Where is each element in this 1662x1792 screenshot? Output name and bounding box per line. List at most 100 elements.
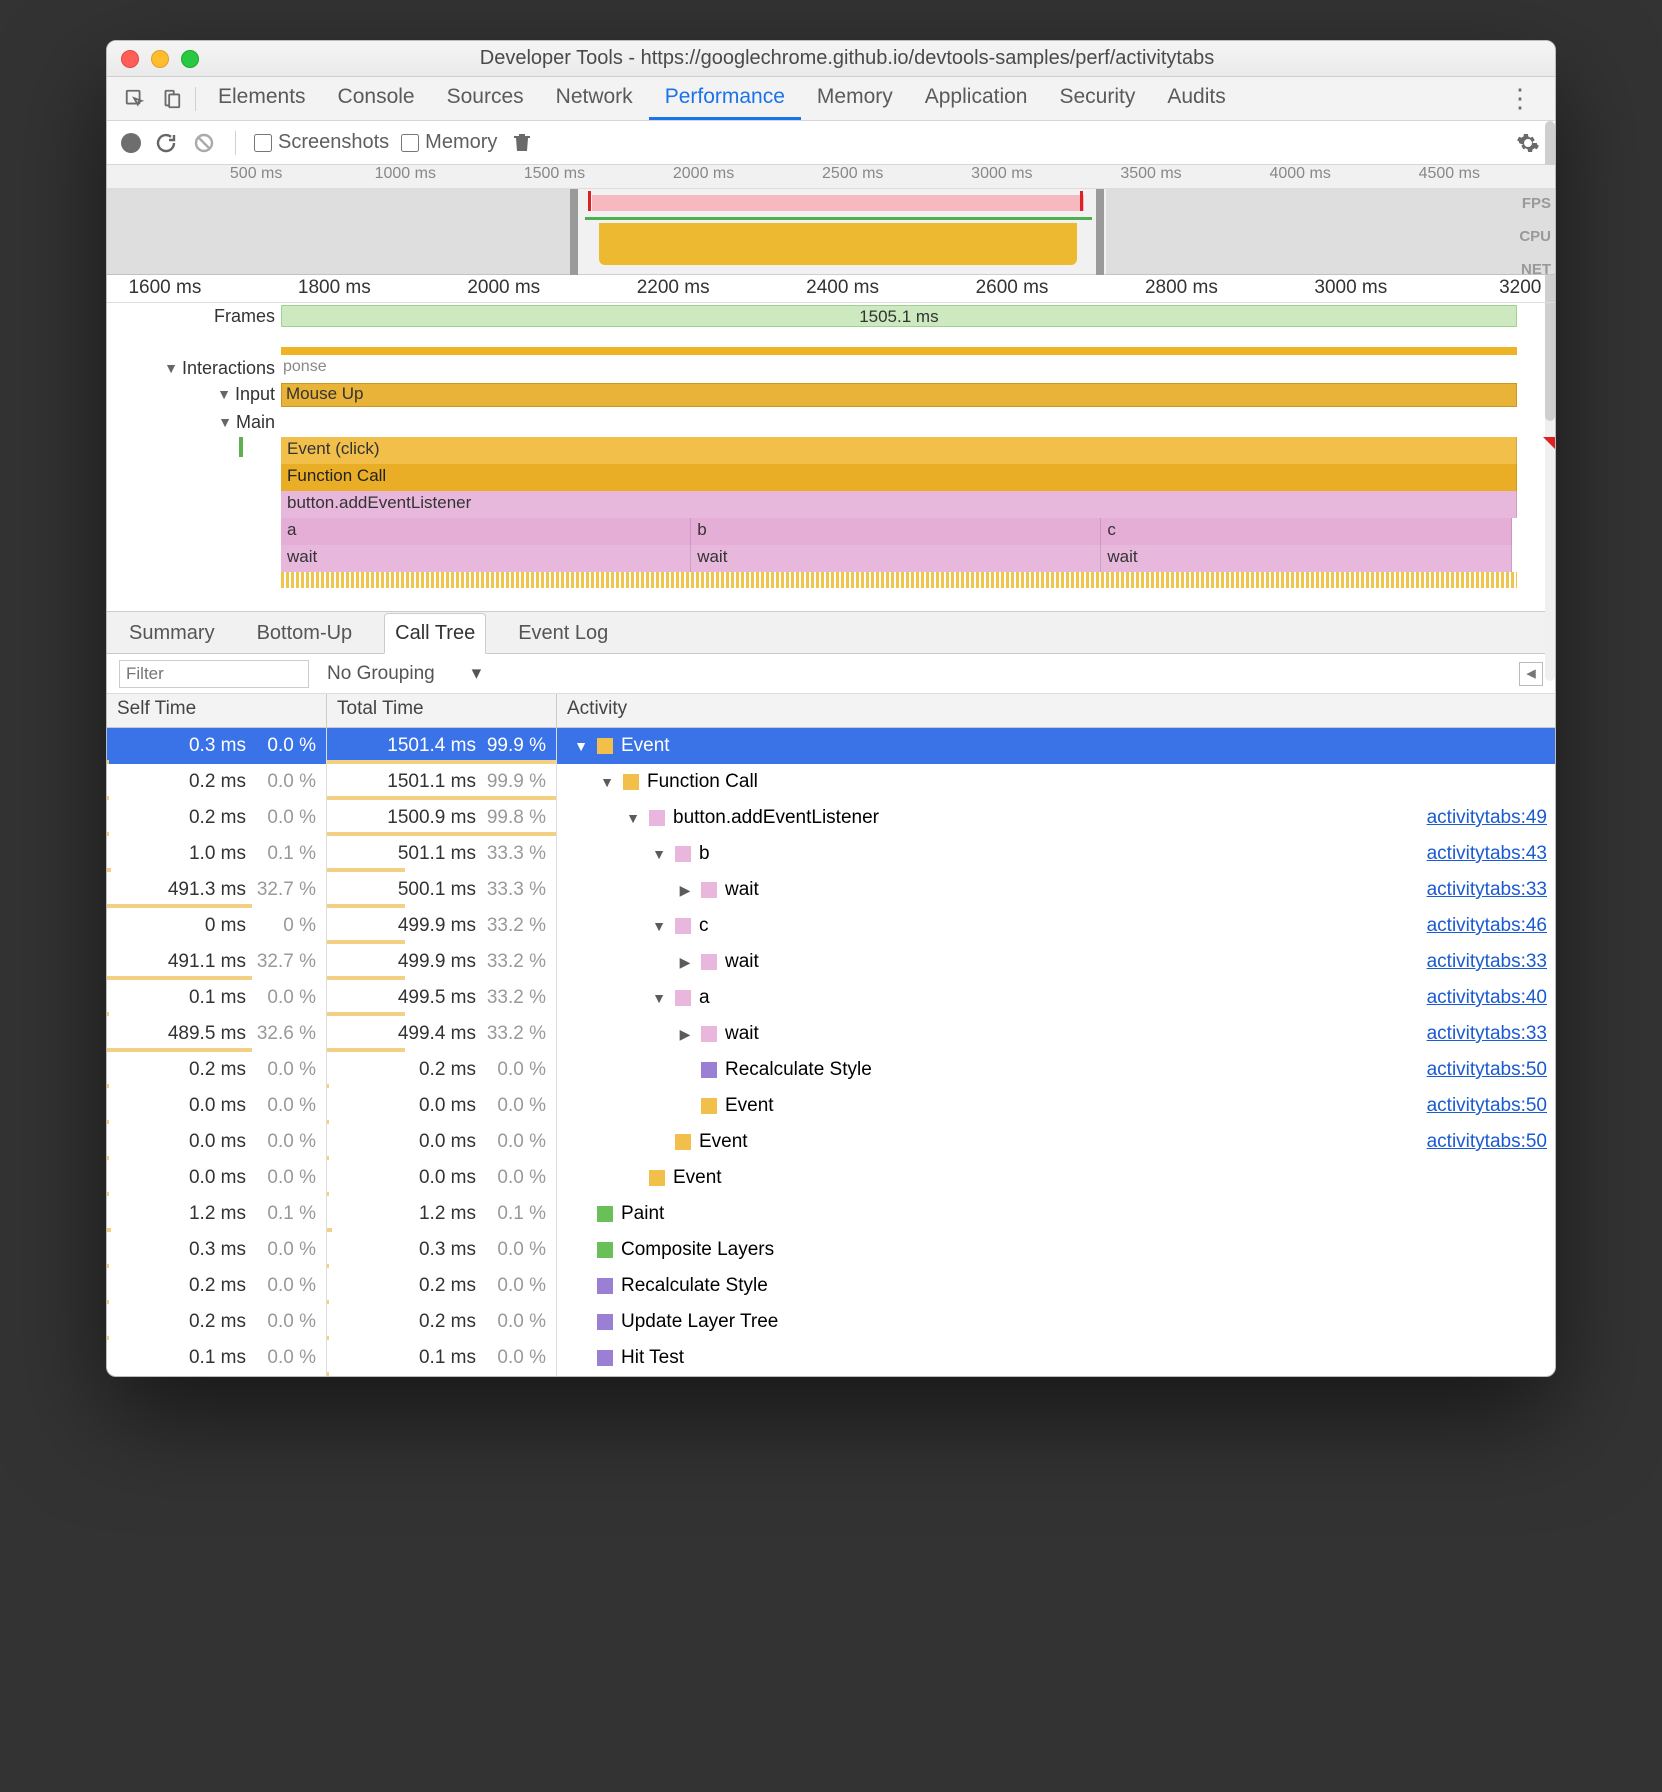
source-link[interactable]: activitytabs:49	[1427, 807, 1547, 829]
disclosure-icon[interactable]: ▶	[677, 954, 693, 971]
col-activity[interactable]: Activity	[557, 694, 1555, 727]
source-link[interactable]: activitytabs:43	[1427, 843, 1547, 865]
activity-label: a	[699, 987, 710, 1009]
call-tree[interactable]: 0.3 ms0.0 %1501.4 ms99.9 %▼Event0.2 ms0.…	[107, 728, 1555, 1376]
disclosure-icon[interactable]: ▶	[677, 1026, 693, 1043]
disclosure-icon[interactable]: ▼	[164, 360, 178, 376]
tree-row[interactable]: 1.0 ms0.1 %501.1 ms33.3 %▼bactivitytabs:…	[107, 836, 1555, 872]
tree-row[interactable]: 0.1 ms0.0 %0.1 ms0.0 %Hit Test	[107, 1340, 1555, 1376]
reload-icon[interactable]	[153, 130, 179, 156]
wait-bar[interactable]: wait	[281, 545, 691, 572]
inspect-icon[interactable]	[121, 85, 149, 113]
overflow-menu-icon[interactable]: ⋮	[1495, 83, 1545, 114]
listener-bar[interactable]: button.addEventListener	[281, 491, 1517, 518]
memory-input[interactable]	[401, 134, 419, 152]
tree-row[interactable]: 0.2 ms0.0 %1500.9 ms99.8 %▼button.addEve…	[107, 800, 1555, 836]
response-label: ponse	[281, 358, 327, 375]
main-tab-audits[interactable]: Audits	[1151, 77, 1241, 120]
main-tab-elements[interactable]: Elements	[202, 77, 322, 120]
main-tab-performance[interactable]: Performance	[649, 77, 801, 120]
flame-chart[interactable]: Frames 1505.1 ms ▼Interactions ponse ▼In…	[107, 303, 1555, 612]
main-tab-security[interactable]: Security	[1043, 77, 1151, 120]
bottom-tab-bottom-up[interactable]: Bottom-Up	[247, 614, 363, 653]
titlebar: Developer Tools - https://googlechrome.g…	[107, 41, 1555, 77]
disclosure-icon[interactable]: ▼	[651, 990, 667, 1006]
tree-row[interactable]: 0.3 ms0.0 %1501.4 ms99.9 %▼Event	[107, 728, 1555, 764]
overview-tick: 1500 ms	[524, 165, 585, 183]
disclosure-icon[interactable]: ▼	[651, 918, 667, 934]
wait-bar[interactable]: wait	[1101, 545, 1511, 572]
main-tab-network[interactable]: Network	[540, 77, 649, 120]
tree-row[interactable]: 1.2 ms0.1 %1.2 ms0.1 %Paint	[107, 1196, 1555, 1232]
overview-handle-left[interactable]	[570, 189, 578, 275]
a-bar[interactable]: a	[281, 518, 691, 545]
memory-checkbox[interactable]: Memory	[401, 131, 497, 154]
tree-row[interactable]: 0.0 ms0.0 %0.0 ms0.0 %Eventactivitytabs:…	[107, 1088, 1555, 1124]
filter-input[interactable]	[119, 660, 309, 688]
screenshots-input[interactable]	[254, 134, 272, 152]
source-link[interactable]: activitytabs:33	[1427, 879, 1547, 901]
main-tab-console[interactable]: Console	[322, 77, 431, 120]
tree-row[interactable]: 0 ms0 %499.9 ms33.2 %▼cactivitytabs:46	[107, 908, 1555, 944]
source-link[interactable]: activitytabs:46	[1427, 915, 1547, 937]
tree-row[interactable]: 0.2 ms0.0 %0.2 ms0.0 %Recalculate Style	[107, 1268, 1555, 1304]
main-tab-memory[interactable]: Memory	[801, 77, 909, 120]
col-total-time[interactable]: Total Time	[327, 694, 557, 727]
tree-row[interactable]: 0.3 ms0.0 %0.3 ms0.0 %Composite Layers	[107, 1232, 1555, 1268]
clear-icon[interactable]	[191, 130, 217, 156]
disclosure-icon[interactable]: ▼	[217, 386, 231, 402]
minimize-button[interactable]	[151, 50, 169, 68]
close-button[interactable]	[121, 50, 139, 68]
source-link[interactable]: activitytabs:40	[1427, 987, 1547, 1009]
col-self-time[interactable]: Self Time	[107, 694, 327, 727]
main-tab-application[interactable]: Application	[909, 77, 1044, 120]
main-tab-sources[interactable]: Sources	[431, 77, 540, 120]
record-button[interactable]	[121, 133, 141, 153]
activity-cell: ▶waitactivitytabs:33	[557, 1016, 1555, 1052]
mouseup-bar[interactable]: Mouse Up	[281, 383, 1517, 407]
device-icon[interactable]	[157, 85, 185, 113]
disclosure-icon[interactable]: ▶	[677, 882, 693, 899]
function-call-bar[interactable]: Function Call	[281, 464, 1517, 491]
tree-header: Self Time Total Time Activity	[107, 694, 1555, 728]
overview-body[interactable]: FPS CPU NET	[107, 189, 1555, 275]
collapse-icon[interactable]: ◂	[1519, 662, 1543, 686]
tree-row[interactable]: 0.2 ms0.0 %1501.1 ms99.9 %▼Function Call	[107, 764, 1555, 800]
tree-row[interactable]: 491.3 ms32.7 %500.1 ms33.3 %▶waitactivit…	[107, 872, 1555, 908]
activity-label: Hit Test	[621, 1347, 684, 1369]
tree-row[interactable]: 0.0 ms0.0 %0.0 ms0.0 %Event	[107, 1160, 1555, 1196]
source-link[interactable]: activitytabs:50	[1427, 1131, 1547, 1153]
source-link[interactable]: activitytabs:50	[1427, 1095, 1547, 1117]
event-click-bar[interactable]: Event (click)	[281, 437, 1517, 464]
disclosure-icon[interactable]: ▼	[651, 846, 667, 862]
maximize-button[interactable]	[181, 50, 199, 68]
disclosure-icon[interactable]: ▼	[625, 810, 641, 826]
source-link[interactable]: activitytabs:33	[1427, 1023, 1547, 1045]
disclosure-icon[interactable]: ▼	[218, 414, 232, 430]
trash-icon[interactable]	[509, 130, 535, 156]
tree-row[interactable]: 0.0 ms0.0 %0.0 ms0.0 %Eventactivitytabs:…	[107, 1124, 1555, 1160]
frame-bar[interactable]: 1505.1 ms	[281, 305, 1517, 327]
bottom-tab-summary[interactable]: Summary	[119, 614, 225, 653]
wait-bar[interactable]: wait	[691, 545, 1101, 572]
overview-panel[interactable]: 500 ms1000 ms1500 ms2000 ms2500 ms3000 m…	[107, 165, 1555, 275]
overview-tick: 2000 ms	[673, 165, 734, 183]
tree-row[interactable]: 491.1 ms32.7 %499.9 ms33.2 %▶waitactivit…	[107, 944, 1555, 980]
c-bar[interactable]: c	[1101, 518, 1511, 545]
settings-icon[interactable]	[1515, 130, 1541, 156]
bottom-tab-call-tree[interactable]: Call Tree	[384, 613, 486, 654]
tree-row[interactable]: 0.1 ms0.0 %499.5 ms33.2 %▼aactivitytabs:…	[107, 980, 1555, 1016]
tree-row[interactable]: 0.2 ms0.0 %0.2 ms0.0 %Recalculate Stylea…	[107, 1052, 1555, 1088]
disclosure-icon[interactable]: ▼	[599, 774, 615, 790]
tree-row[interactable]: 489.5 ms32.6 %499.4 ms33.2 %▶waitactivit…	[107, 1016, 1555, 1052]
bottom-tab-event-log[interactable]: Event Log	[508, 614, 618, 653]
disclosure-icon[interactable]: ▼	[573, 738, 589, 754]
screenshots-checkbox[interactable]: Screenshots	[254, 131, 389, 154]
b-bar[interactable]: b	[691, 518, 1101, 545]
activity-cell: ▼Event	[557, 728, 1555, 764]
grouping-select[interactable]: No Grouping ▾	[327, 662, 481, 685]
source-link[interactable]: activitytabs:50	[1427, 1059, 1547, 1081]
overview-handle-right[interactable]	[1096, 189, 1104, 275]
source-link[interactable]: activitytabs:33	[1427, 951, 1547, 973]
tree-row[interactable]: 0.2 ms0.0 %0.2 ms0.0 %Update Layer Tree	[107, 1304, 1555, 1340]
